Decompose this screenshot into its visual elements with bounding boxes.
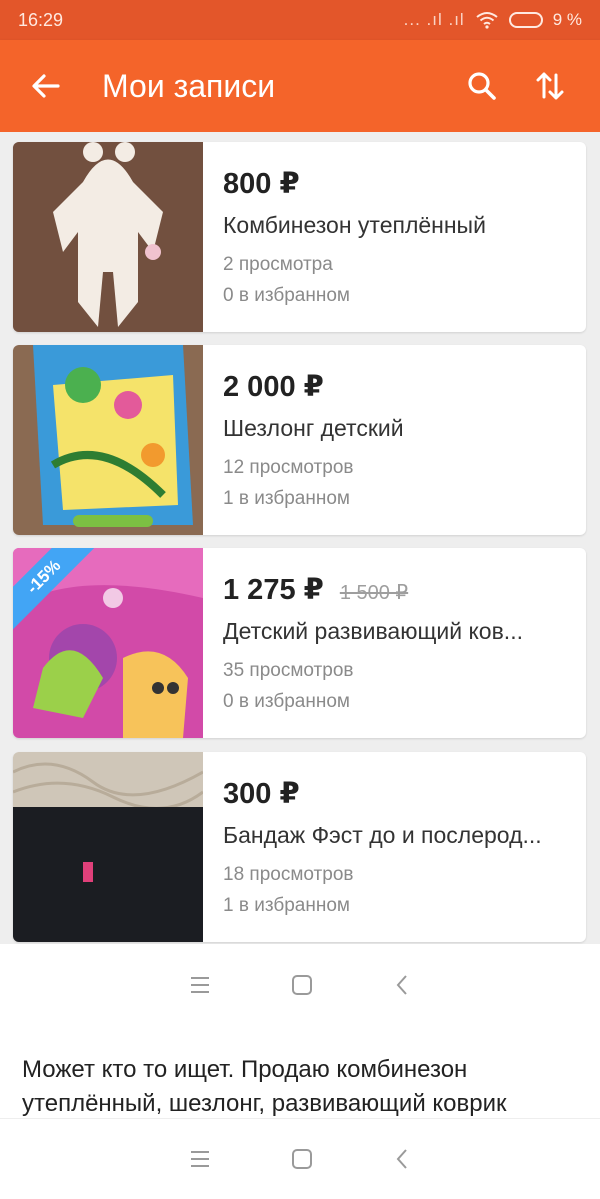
home-icon[interactable] [291,974,313,996]
page-title: Мои записи [102,67,276,104]
search-button[interactable] [464,68,500,104]
status-bar: 16:29 ... .ıl .ıl 9 % [0,0,600,40]
listing-favorites: 1 в избранном [223,895,350,916]
price-row: 800 ₽ [223,166,300,201]
price-row: 300 ₽ [223,776,300,811]
menu-icon[interactable] [189,975,211,995]
listing-title: Детский развивающий ков... [223,618,523,644]
listing-title: Комбинезон утеплённый [223,212,486,238]
home-icon[interactable] [291,1148,313,1170]
listing-favorites: 0 в избранном [223,691,350,712]
listing-views: 12 просмотров [223,457,354,478]
price-row: 1 275 ₽ 1 500 ₽ [223,572,408,607]
listing-title: Бандаж Фэст до и послерод... [223,822,542,848]
listing-photo[interactable]: -15% [13,548,203,738]
price-row: 2 000 ₽ [223,369,324,404]
signal-icon: ... .ıl .ıl [403,10,465,29]
sort-button[interactable] [532,68,568,104]
listing-price: 800 ₽ [223,168,300,200]
listing-list[interactable]: 800 ₽ Комбинезон утеплённый 2 просмотра … [0,132,600,944]
listing-photo[interactable] [13,142,203,332]
listing-price: 300 ₽ [223,778,300,810]
sort-icon [536,72,564,100]
listing-photo[interactable] [13,752,203,942]
listing-card[interactable]: 300 ₽ Бандаж Фэст до и послерод... 18 пр… [13,752,586,942]
arrow-back-icon[interactable] [28,68,64,104]
listing-favorites: 1 в избранном [223,488,350,509]
listing-views: 2 просмотра [223,254,333,275]
status-icons: ... .ıl .ıl 9 % [404,10,582,30]
listing-card[interactable]: 800 ₽ Комбинезон утеплённый 2 просмотра … [13,142,586,332]
listing-card[interactable]: 2 000 ₽ Шезлонг детский 12 просмотров 1 … [13,345,586,535]
listing-price: 2 000 ₽ [223,371,324,403]
listing-views: 35 просмотров [223,660,354,681]
listing-title: Шезлонг детский [223,415,404,441]
back-icon[interactable] [393,973,411,997]
wifi-icon [476,12,498,29]
listing-views: 18 просмотров [223,864,354,885]
listing-favorites: 0 в избранном [223,285,350,306]
app-bar: Мои записи [0,40,600,132]
battery-icon [508,12,543,28]
search-icon [468,72,496,100]
menu-icon[interactable] [189,1149,211,1169]
post-caption: Может кто то ищет. Продаю комбинезон уте… [22,1056,507,1117]
battery-level: 9 % [552,10,582,29]
system-nav-bar [0,944,600,1026]
listing-photo[interactable] [13,345,203,535]
listing-price: 1 275 ₽ [223,574,324,606]
listing-card[interactable]: -15% 1 275 ₽ 1 500 ₽ Детский развивающий… [13,548,586,738]
system-nav-bar-bottom [0,1118,600,1199]
status-time: 16:29 [18,9,64,30]
listing-old-price: 1 500 ₽ [339,582,409,604]
back-icon[interactable] [393,1147,411,1171]
